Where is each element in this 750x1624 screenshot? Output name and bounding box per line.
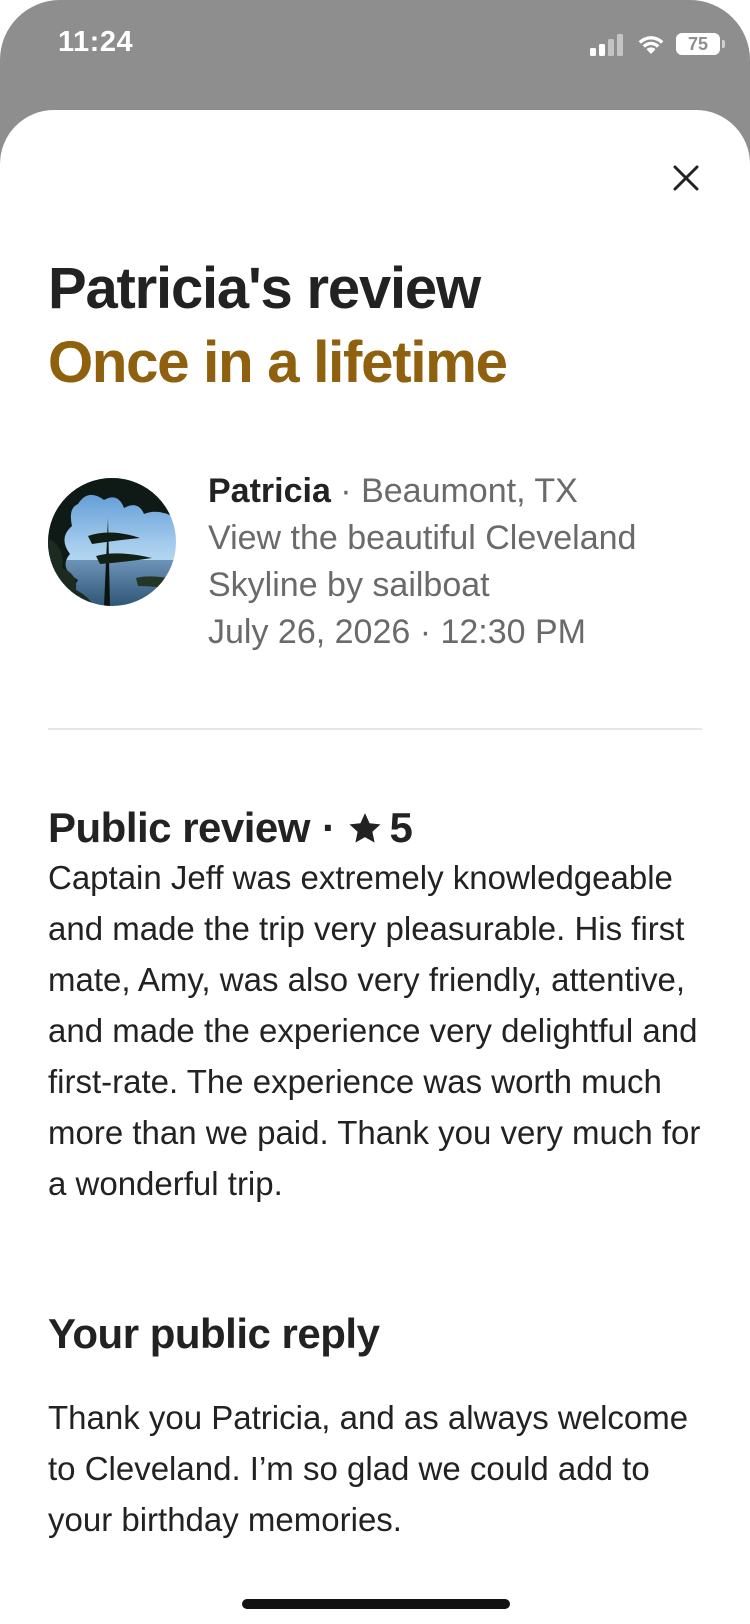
home-indicator[interactable] (242, 1599, 510, 1609)
review-subtitle: Once in a lifetime (48, 326, 702, 400)
review-date: July 26, 2026 · 12:30 PM (208, 613, 587, 651)
rating-value: 5 (389, 804, 413, 851)
reply-text: Thank you Patricia, and as always welcom… (48, 1399, 689, 1538)
review-sheet: Patricia's review Once in a lifetime Pat… (0, 110, 750, 1624)
signal-icon (590, 32, 626, 56)
guest-name-line: Patricia · Beaumont, TX (208, 468, 702, 515)
title-block: Patricia's review Once in a lifetime (48, 252, 702, 400)
public-review-heading: Public review · 5 (48, 800, 702, 856)
heading-separator: · (321, 804, 336, 851)
experience-title[interactable]: View the beautiful Cleveland Skyline by … (208, 515, 702, 609)
guest-info: Patricia · Beaumont, TX View the beautif… (208, 468, 702, 656)
close-button[interactable] (660, 152, 712, 204)
public-review-label: Public review (48, 804, 310, 851)
guest-location: Beaumont, TX (361, 472, 578, 510)
status-icons: 75 (590, 30, 725, 58)
star-icon (349, 813, 381, 843)
review-title: Patricia's review (48, 256, 481, 321)
guest-block: Patricia · Beaumont, TX View the beautif… (48, 468, 702, 668)
review-text: Captain Jeff was extremely knowledgeable… (48, 859, 701, 1202)
status-bar: 11:24 75 (0, 0, 750, 90)
battery-icon: 75 (676, 33, 725, 55)
reply-heading: Your public reply (48, 1310, 380, 1357)
wifi-icon (638, 36, 664, 54)
avatar[interactable] (48, 478, 176, 606)
avatar-image (48, 478, 176, 606)
guest-separator: · (330, 472, 362, 510)
guest-name: Patricia (208, 472, 331, 510)
close-icon (673, 165, 699, 191)
status-time: 11:24 (58, 26, 134, 58)
divider (48, 728, 702, 730)
